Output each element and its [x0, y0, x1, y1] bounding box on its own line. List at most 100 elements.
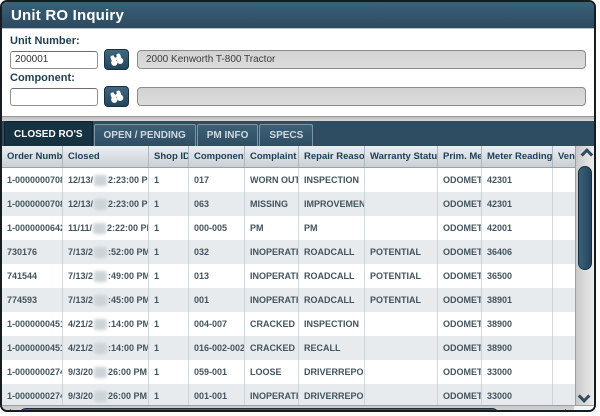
lookup-form: Unit Number: 200001 2000 Kenworth T-800 …: [2, 29, 594, 116]
chevron-left-icon: [4, 408, 17, 410]
closed-time-suffix: 26:00 PM: [108, 367, 148, 377]
cell-warranty-status: [365, 312, 438, 336]
tab-specs[interactable]: SPECS: [259, 124, 314, 146]
cell-meter-reading: 33000: [482, 360, 553, 384]
tab-pm-info[interactable]: PM INFO: [196, 124, 259, 146]
column-header-vendor[interactable]: Vendor: [553, 146, 575, 167]
column-header-component[interactable]: Component: [189, 146, 245, 167]
closed-time-suffix: :45:00 PM: [108, 295, 149, 305]
column-header-order-number[interactable]: Order Number: [2, 146, 63, 167]
table-row[interactable]: 741544 7/13/2:49:00 PM1013INOPERATIVEROAD…: [2, 264, 575, 288]
results-grid: Order NumberClosedShop IDComponentCompla…: [2, 146, 594, 405]
table-row[interactable]: 1-000000070812/13/2:23:00 PM1063MISSINGI…: [2, 192, 575, 216]
cell-prim-meter: ODOMETER: [438, 360, 482, 384]
table-row[interactable]: 1-0000000274 9/3/20 26:00 PM 1 059-001 LOOSE D…: [2, 360, 575, 384]
cell-repair-reason: ROADCALL: [299, 288, 365, 312]
cell-meter-reading: 38900: [482, 312, 553, 336]
cell-repair-reason: RECALL: [299, 336, 365, 360]
cell-shop-id: 1: [149, 240, 189, 264]
redacted-year-blur: [94, 270, 108, 282]
scroll-up-button[interactable]: [576, 146, 594, 163]
scroll-right-button[interactable]: [557, 406, 574, 410]
closed-date-prefix: 7/13/2: [68, 295, 94, 305]
cell-complaint: INOPERATIVE: [245, 264, 299, 288]
column-header-repair-reason[interactable]: Repair Reason: [299, 146, 365, 167]
cell-closed: 11/11/2:22:00 PM: [63, 216, 149, 240]
table-row[interactable]: 1-000000064211/11/2:22:00 PM1000-005PMPM…: [2, 216, 575, 240]
column-header-complaint[interactable]: Complaint: [245, 146, 299, 167]
cell-meter-reading: 38900: [482, 336, 553, 360]
unit-description-field: 2000 Kenworth T-800 Tractor: [137, 50, 586, 69]
cell-meter-reading: 36500: [482, 264, 553, 288]
cell-vendor: [553, 240, 575, 264]
scroll-down-button[interactable]: [576, 388, 594, 405]
vertical-scrollbar[interactable]: [575, 146, 594, 405]
cell-warranty-status: [365, 360, 438, 384]
horizontal-scrollbar[interactable]: [2, 405, 594, 410]
table-row[interactable]: 1-0000000451 4/21/2:14:00 PM 1 004-007 CRACK…: [2, 312, 575, 336]
table-row[interactable]: 774593 7/13/2:45:00 PM1001INOPERATIVEROAD…: [2, 288, 575, 312]
cell-component: 063: [189, 192, 245, 216]
cell-component: 004-007: [189, 312, 245, 336]
cell-complaint: CRACKED: [245, 312, 299, 336]
cell-prim-meter: ODOMETER: [438, 384, 482, 405]
cell-component: 001-001: [189, 384, 245, 405]
table-row[interactable]: 730176 7/13/2:52:00 PM1032INOPERATIVEROAD…: [2, 240, 575, 264]
closed-date-prefix: 11/11/: [68, 223, 93, 233]
window-title-bar: Unit RO Inquiry: [2, 2, 594, 29]
horizontal-scroll-thumb[interactable]: [19, 408, 499, 410]
cell-meter-reading: 42001: [482, 216, 553, 240]
cell-closed: 12/13/2:23:00 PM: [63, 192, 149, 216]
unit-number-input[interactable]: [10, 50, 98, 69]
cell-prim-meter: ODOMETER: [438, 336, 482, 360]
table-row[interactable]: 1-0000000274 9/3/20 26:00 PM 1 001-001 INOPER…: [2, 384, 575, 405]
closed-time-suffix: 2:23:00 PM: [108, 175, 148, 185]
cell-shop-id: 1: [149, 192, 189, 216]
unit-number-search-button[interactable]: [104, 49, 129, 70]
cell-prim-meter: ODOMETER: [438, 240, 482, 264]
vertical-scroll-track[interactable]: [576, 163, 594, 388]
vertical-scroll-thumb[interactable]: [578, 166, 592, 270]
cell-vendor: [553, 288, 575, 312]
redacted-year-blur: [94, 174, 108, 186]
cell-complaint: INOPERATIVE: [245, 288, 299, 312]
cell-closed: 7/13/2 :45:00 PM: [63, 288, 149, 312]
column-header-closed[interactable]: Closed: [63, 146, 149, 167]
cell-order: 730176: [2, 240, 63, 264]
horizontal-scroll-track[interactable]: [19, 406, 557, 410]
column-header-shop-id[interactable]: Shop ID: [149, 146, 189, 167]
cell-order: 1-0000000708: [2, 192, 63, 216]
table-row[interactable]: 1-0000000451 4/21/2:14:00 PM 1 016-002-002 C…: [2, 336, 575, 360]
redacted-year-blur: [94, 198, 108, 210]
closed-time-suffix: 2:23:00 PM: [108, 199, 148, 209]
redacted-year-blur: [94, 390, 108, 402]
column-header-warranty-status[interactable]: Warranty Status: [365, 146, 438, 167]
cell-warranty-status: [365, 168, 438, 192]
cell-component: 059-001: [189, 360, 245, 384]
cell-meter-reading: 33000: [482, 384, 553, 405]
closed-date-prefix: 7/13/2: [68, 271, 94, 281]
tab-open-pending[interactable]: OPEN / PENDING: [93, 124, 196, 146]
chevron-down-icon: [577, 390, 590, 403]
cell-closed: 7/13/2:52:00 PM: [63, 240, 149, 264]
cell-complaint: WORN OUT: [245, 168, 299, 192]
tab-closed-ro-s[interactable]: CLOSED RO'S: [4, 121, 93, 146]
closed-time-suffix: 26:00 PM: [108, 391, 148, 401]
cell-repair-reason: ROADCALL: [299, 240, 365, 264]
redacted-year-blur: [94, 342, 108, 354]
cell-vendor: [553, 384, 575, 405]
cell-repair-reason: IMPROVEMENT: [299, 192, 365, 216]
table-row[interactable]: 1-000000070812/13/2:23:00 PM1017WORN OUT…: [2, 168, 575, 192]
cell-closed: 7/13/2:49:00 PM: [63, 264, 149, 288]
closed-date-prefix: 12/13/: [68, 175, 94, 185]
cell-repair-reason: INSPECTION: [299, 168, 365, 192]
component-description-field: [137, 87, 586, 106]
scroll-left-button[interactable]: [2, 406, 19, 410]
component-input[interactable]: [10, 87, 98, 106]
cell-complaint: INOPERATIVE: [245, 240, 299, 264]
window-title: Unit RO Inquiry: [11, 6, 124, 24]
column-header-meter-reading[interactable]: Meter Reading: [482, 146, 553, 167]
component-search-button[interactable]: [104, 86, 129, 107]
column-header-prim-meter[interactable]: Prim. Meter: [438, 146, 482, 167]
cell-prim-meter: ODOMETER: [438, 264, 482, 288]
